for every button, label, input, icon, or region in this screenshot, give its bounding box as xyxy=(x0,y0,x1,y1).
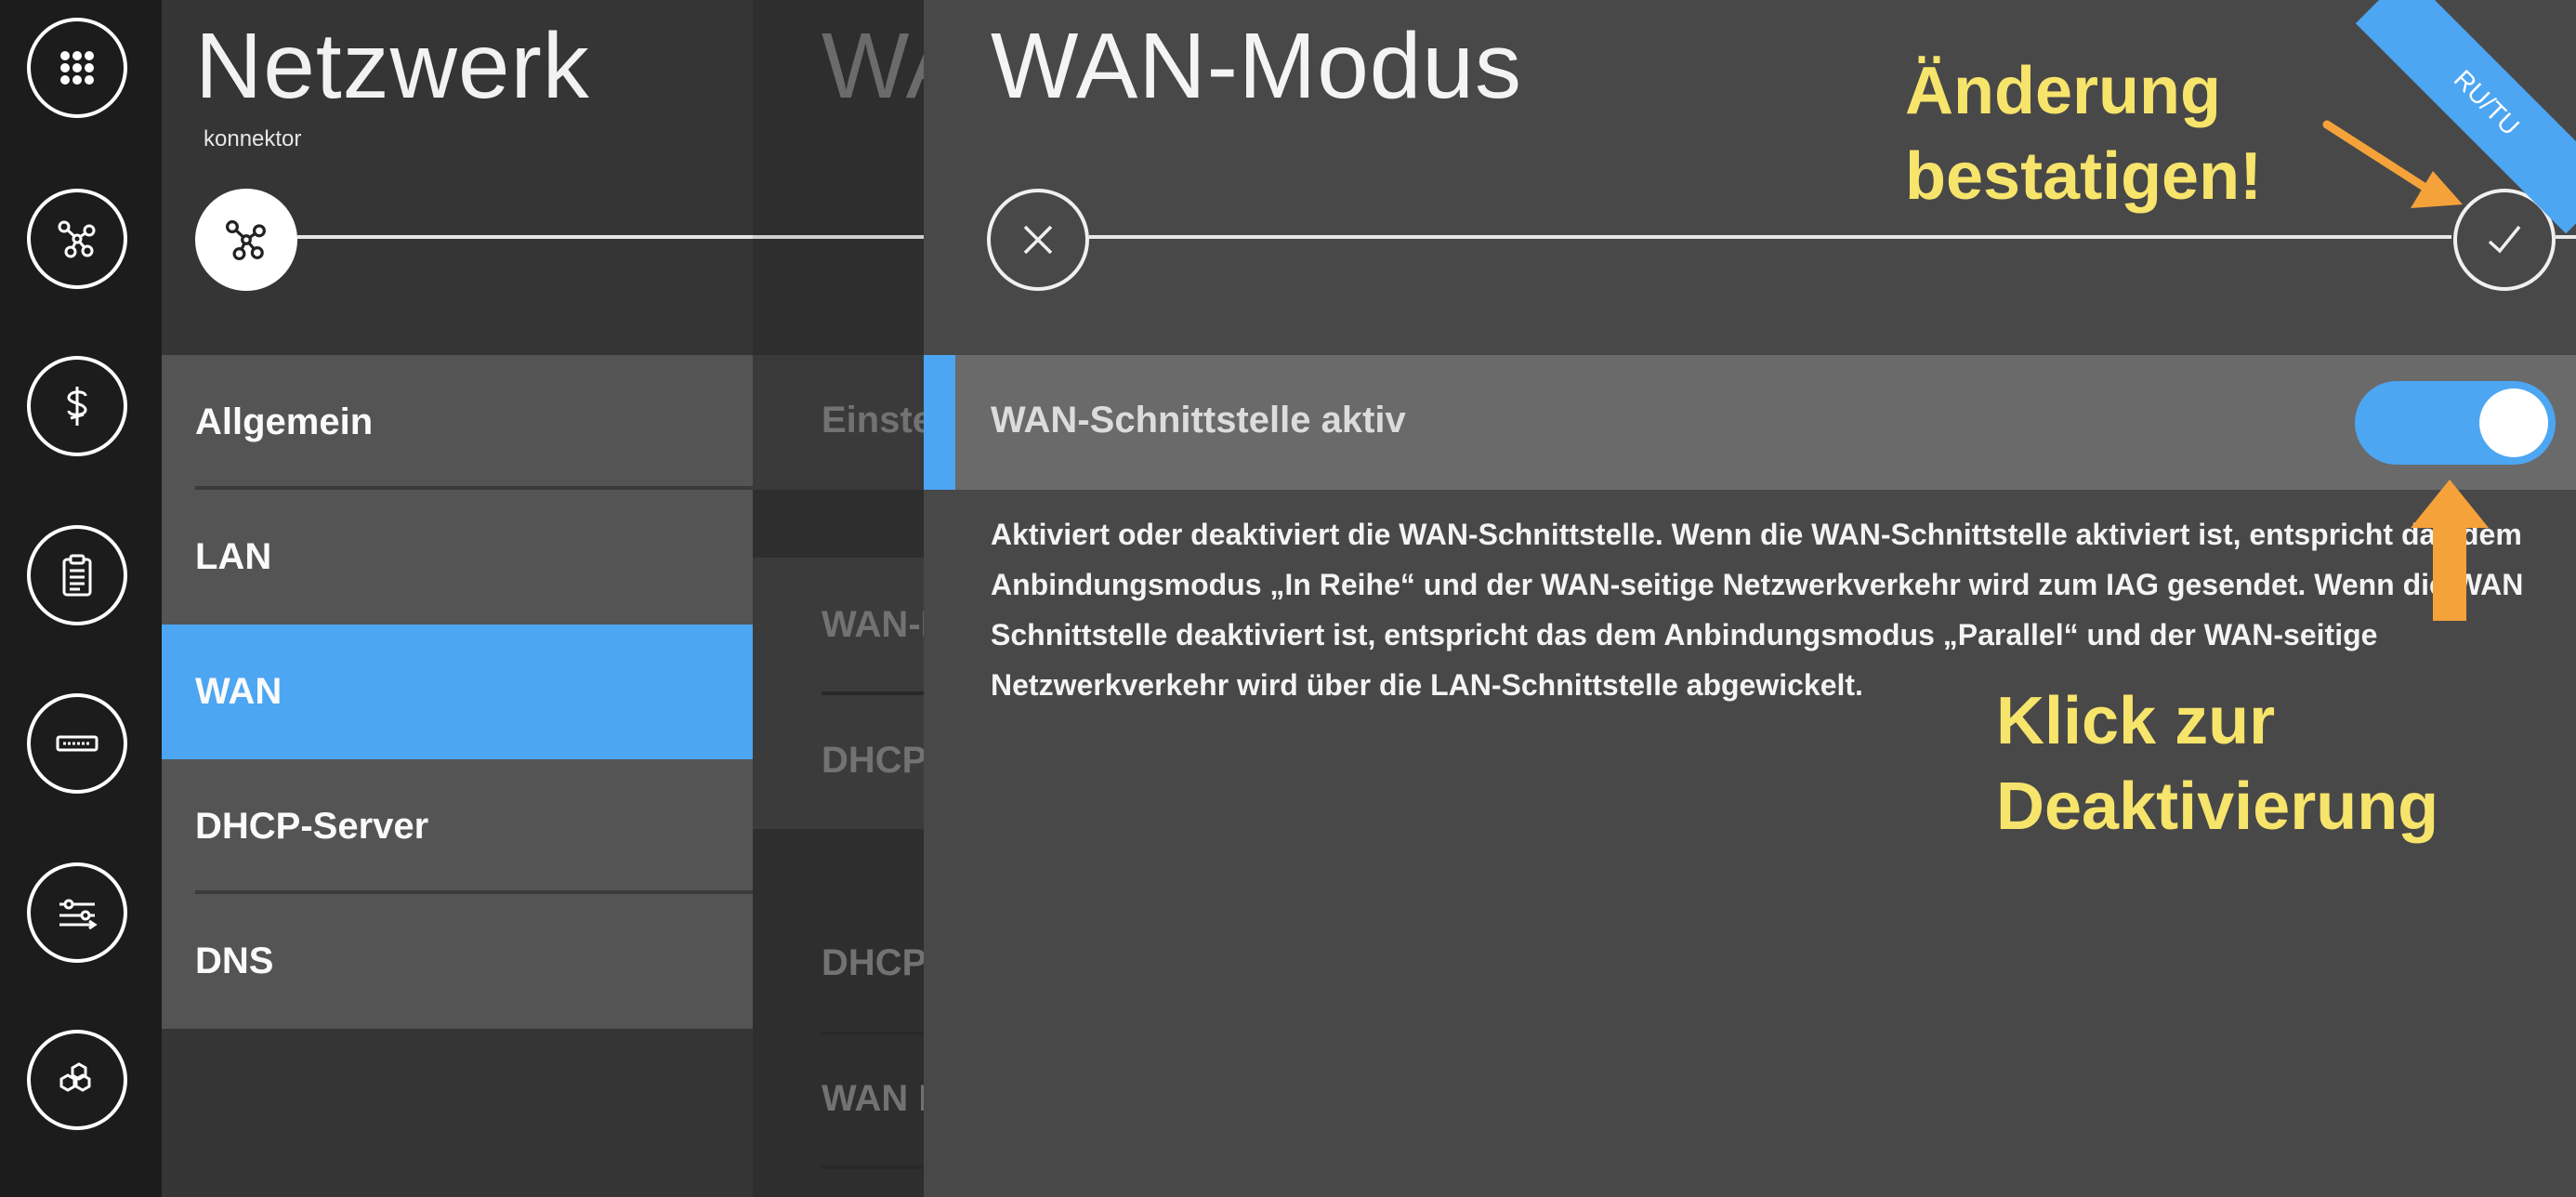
network-column: Netzwerk konnektor Allgemein LAN WAN DHC… xyxy=(162,0,753,1197)
menu-item-label: DHCP-Server xyxy=(195,806,429,847)
clipboard-button[interactable] xyxy=(27,525,127,625)
annotation-arrow-icon xyxy=(2322,120,2463,208)
cancel-button[interactable] xyxy=(987,189,1089,291)
divider xyxy=(821,1032,924,1035)
apps-grid-button[interactable] xyxy=(27,18,127,118)
menu-item-allgemein[interactable]: Allgemein xyxy=(162,355,753,490)
network-subtitle: konnektor xyxy=(204,126,302,151)
modules-button[interactable] xyxy=(27,1030,127,1130)
menu-item-lan[interactable]: LAN xyxy=(162,490,753,625)
wan-settings-column: WA Einste WAN-I DHCP DHCP WAN I xyxy=(753,0,924,1197)
annotation-click: Klick zur Deaktivierung xyxy=(1996,678,2554,849)
wan-interface-toggle[interactable] xyxy=(2355,381,2556,465)
network-menu: Allgemein LAN WAN DHCP-Server DNS xyxy=(162,355,753,1029)
menu-item-dhcp-server[interactable]: DHCP-Server xyxy=(162,759,753,894)
divider xyxy=(821,1165,924,1169)
apps-grid-icon xyxy=(60,51,94,85)
panel-timeline-end xyxy=(2556,235,2576,239)
icon-rail xyxy=(0,0,162,1197)
wan-option-item[interactable]: WAN-I xyxy=(821,604,924,646)
wan-column-timeline xyxy=(753,235,924,239)
annotation-click-line1: Klick zur xyxy=(1996,684,2276,758)
wan-interface-label: WAN-Schnittstelle aktiv xyxy=(991,400,1406,441)
network-timeline xyxy=(297,235,753,239)
toggle-knob xyxy=(2479,388,2548,457)
panel-title: WAN-Modus xyxy=(991,14,1523,118)
setting-accent-bar xyxy=(924,355,955,490)
menu-item-dns[interactable]: DNS xyxy=(162,894,753,1029)
divider xyxy=(821,691,924,695)
menu-item-label: WAN xyxy=(195,671,283,712)
menu-item-label: Allgemein xyxy=(195,401,374,442)
menu-item-wan[interactable]: WAN xyxy=(162,625,753,759)
menu-item-label: LAN xyxy=(195,536,272,577)
transfer-icon xyxy=(59,899,98,930)
annotation-arrow-up-icon xyxy=(2411,480,2489,621)
wan-column-title: WA xyxy=(821,14,924,118)
card-reader-icon xyxy=(56,735,99,752)
network-node-button[interactable] xyxy=(195,189,297,291)
card-reader-button[interactable] xyxy=(27,693,127,794)
modules-icon xyxy=(59,1062,91,1092)
network-button[interactable] xyxy=(27,189,127,289)
dhcp-option-item[interactable]: DHCP xyxy=(821,740,924,782)
network-title: Netzwerk xyxy=(195,14,590,118)
transfer-button[interactable] xyxy=(27,862,127,963)
medical-button[interactable] xyxy=(27,356,127,456)
checkmark-icon xyxy=(2488,225,2521,254)
menu-item-label: DNS xyxy=(195,940,274,981)
annotation-click-line2: Deaktivierung xyxy=(1996,770,2439,844)
network-icon xyxy=(58,220,96,258)
clipboard-icon xyxy=(62,554,92,597)
medical-icon xyxy=(67,387,87,426)
wan-option-item[interactable]: WAN I xyxy=(821,1078,924,1120)
settings-header-label: Einste xyxy=(821,400,924,441)
panel-timeline xyxy=(1089,235,2451,239)
network-icon xyxy=(225,220,266,261)
wan-interface-setting-row: WAN-Schnittstelle aktiv xyxy=(924,355,2576,490)
close-icon xyxy=(1023,225,1053,255)
dhcp-option-item[interactable]: DHCP xyxy=(821,942,924,984)
